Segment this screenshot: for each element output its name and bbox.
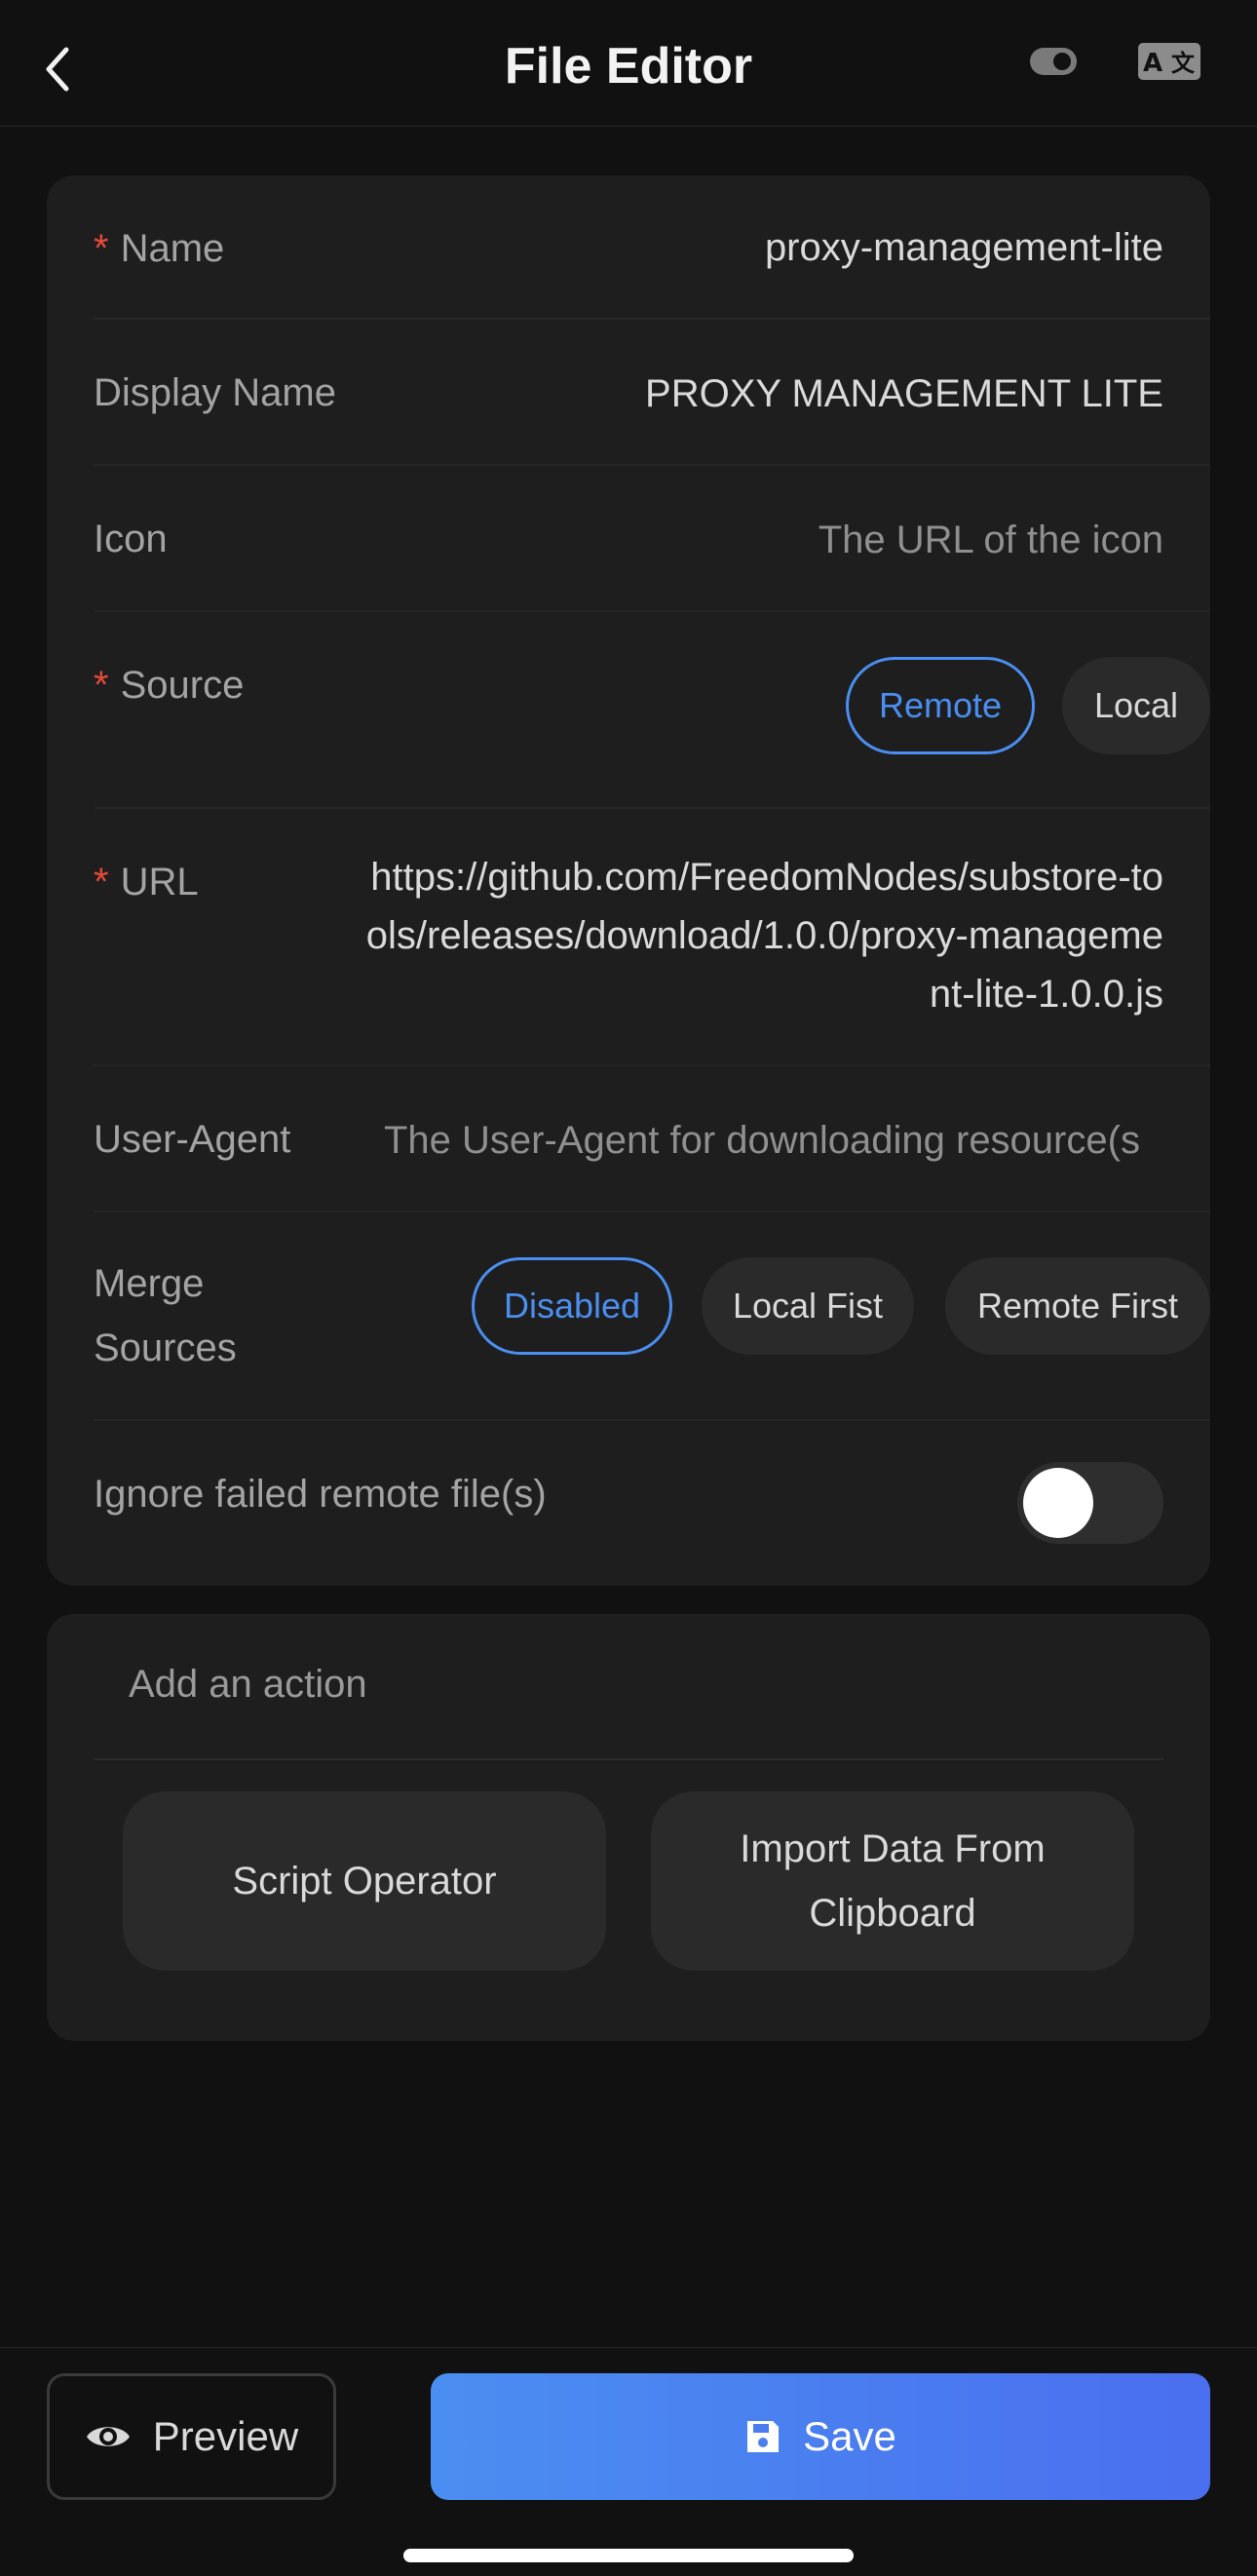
source-local-option[interactable]: Local xyxy=(1062,657,1210,754)
merge-sources-row: Merge Sources Disabled Local Fist Remote… xyxy=(94,1212,1210,1421)
toggle-knob xyxy=(1023,1468,1093,1538)
required-mark: * xyxy=(94,227,109,270)
ignore-failed-label: Ignore failed remote file(s) xyxy=(94,1473,547,1516)
save-icon xyxy=(747,2421,780,2452)
preview-button[interactable]: Preview xyxy=(47,2373,336,2500)
import-clipboard-button[interactable]: Import Data From Clipboard xyxy=(651,1791,1134,1971)
theme-toggle-icon xyxy=(1030,48,1077,75)
merge-disabled-option[interactable]: Disabled xyxy=(472,1257,672,1355)
display-name-row: Display Name PROXY MANAGEMENT LITE xyxy=(94,320,1210,466)
eye-icon xyxy=(86,2427,130,2446)
theme-toggle-button[interactable] xyxy=(1029,47,1078,76)
svg-text:文: 文 xyxy=(1171,50,1196,77)
add-action-title: Add an action xyxy=(129,1663,367,1706)
display-name-input[interactable]: PROXY MANAGEMENT LITE xyxy=(645,372,1163,416)
translate-button[interactable]: A 文 xyxy=(1138,43,1200,80)
bottom-bar: Preview Save xyxy=(0,2347,1257,2576)
required-mark: * xyxy=(94,861,109,904)
svg-text:A: A xyxy=(1143,49,1162,78)
file-editor-page: File Editor A 文 * Name proxy-management-l… xyxy=(0,0,1257,2576)
icon-url-input[interactable]: The URL of the icon xyxy=(819,519,1163,562)
divider xyxy=(94,1758,1163,1760)
source-label: * Source xyxy=(94,664,245,707)
display-name-label: Display Name xyxy=(94,371,336,414)
add-action-card: Add an action Script Operator Import Dat… xyxy=(47,1614,1210,2041)
save-label: Save xyxy=(803,2413,896,2459)
home-indicator xyxy=(403,2549,854,2562)
url-row: * URL https://github.com/FreedomNodes/sub… xyxy=(94,809,1210,1066)
file-form-card: * Name proxy-management-lite Display Name… xyxy=(47,175,1210,1586)
source-row: * Source Remote Local xyxy=(94,612,1210,809)
required-mark: * xyxy=(94,664,109,707)
header: File Editor A 文 xyxy=(0,0,1257,127)
preview-label: Preview xyxy=(152,2413,299,2459)
user-agent-label: User-Agent xyxy=(94,1118,291,1161)
url-input[interactable]: https://github.com/FreedomNodes/substore… xyxy=(364,848,1163,1023)
translate-icon: A 文 xyxy=(1138,43,1200,80)
user-agent-input[interactable]: The User-Agent for downloading resource(… xyxy=(384,1119,1163,1163)
save-button[interactable]: Save xyxy=(431,2373,1210,2500)
merge-sources-label: Merge Sources xyxy=(94,1262,237,1369)
ignore-failed-toggle[interactable] xyxy=(1017,1462,1163,1544)
source-remote-option[interactable]: Remote xyxy=(846,657,1035,754)
url-label: * URL xyxy=(94,861,199,904)
icon-label: Icon xyxy=(94,518,168,560)
merge-local-first-option[interactable]: Local Fist xyxy=(702,1257,914,1355)
icon-row: Icon The URL of the icon xyxy=(94,466,1210,612)
name-row: * Name proxy-management-lite xyxy=(94,175,1210,320)
name-input[interactable]: proxy-management-lite xyxy=(765,226,1163,270)
user-agent-row: User-Agent The User-Agent for downloadin… xyxy=(94,1066,1210,1212)
script-operator-button[interactable]: Script Operator xyxy=(123,1791,606,1971)
merge-remote-first-option[interactable]: Remote First xyxy=(945,1257,1210,1355)
name-label: * Name xyxy=(94,227,225,270)
ignore-failed-row: Ignore failed remote file(s) xyxy=(94,1421,1210,1586)
